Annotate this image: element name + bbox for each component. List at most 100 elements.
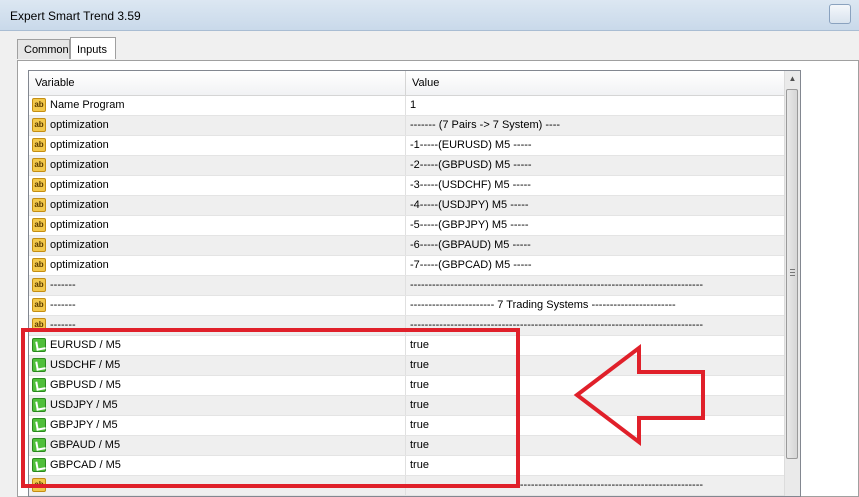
window-title: Expert Smart Trend 3.59 bbox=[10, 9, 141, 23]
variable-name: optimization bbox=[50, 259, 109, 271]
variable-name: optimization bbox=[50, 159, 109, 171]
variable-cell[interactable]: ab ------- bbox=[29, 296, 406, 315]
header-value[interactable]: Value bbox=[406, 71, 439, 95]
grip-line bbox=[790, 269, 795, 270]
text-param-icon: ab bbox=[32, 98, 46, 112]
text-param-icon: ab bbox=[32, 158, 46, 172]
bool-param-icon bbox=[32, 398, 46, 412]
variable-name: ------- bbox=[50, 319, 76, 331]
variable-cell[interactable]: ab bbox=[29, 476, 406, 495]
bool-param-icon bbox=[32, 378, 46, 392]
value-cell[interactable]: true bbox=[406, 456, 785, 475]
variable-name: Name Program bbox=[50, 99, 125, 111]
header-variable[interactable]: Variable bbox=[29, 71, 75, 95]
parameter-value: true bbox=[410, 339, 429, 351]
close-button[interactable] bbox=[829, 4, 851, 24]
tab-common[interactable]: Common bbox=[17, 39, 70, 59]
table-row[interactable]: ab--------------------------------------… bbox=[29, 316, 785, 336]
value-cell[interactable]: true bbox=[406, 396, 785, 415]
table-row[interactable]: ab optimization -2-----(GBPUSD) M5 ----- bbox=[29, 156, 785, 176]
variable-name: USDJPY / M5 bbox=[50, 399, 118, 411]
value-cell[interactable]: 1 bbox=[406, 96, 785, 115]
value-cell[interactable]: true bbox=[406, 436, 785, 455]
scroll-up-arrow-icon[interactable]: ▲ bbox=[786, 72, 799, 86]
variable-cell[interactable]: ab ------- bbox=[29, 316, 406, 335]
grid-header: Variable Value bbox=[29, 71, 786, 96]
bool-param-icon bbox=[32, 418, 46, 432]
value-cell[interactable]: true bbox=[406, 336, 785, 355]
text-param-icon: ab bbox=[32, 198, 46, 212]
variable-name: optimization bbox=[50, 139, 109, 151]
table-row[interactable]: ab optimization ------- (7 Pairs -> 7 Syst… bbox=[29, 116, 785, 136]
value-cell[interactable]: true bbox=[406, 356, 785, 375]
table-row[interactable]: USDCHF / M5 true bbox=[29, 356, 785, 376]
parameter-value: -2-----(GBPUSD) M5 ----- bbox=[410, 159, 532, 171]
value-cell[interactable]: ----------------------------------------… bbox=[406, 316, 785, 335]
value-cell[interactable]: -1-----(EURUSD) M5 ----- bbox=[406, 136, 785, 155]
bool-param-icon bbox=[32, 438, 46, 452]
value-cell[interactable]: -2-----(GBPUSD) M5 ----- bbox=[406, 156, 785, 175]
value-cell[interactable]: -6-----(GBPAUD) M5 ----- bbox=[406, 236, 785, 255]
variable-cell[interactable]: ab optimization bbox=[29, 156, 406, 175]
variable-name: USDCHF / M5 bbox=[50, 359, 121, 371]
table-row[interactable]: ab optimization -4-----(USDJPY) M5 ----- bbox=[29, 196, 785, 216]
variable-cell[interactable]: ab Name Program bbox=[29, 96, 406, 115]
variable-cell[interactable]: EURUSD / M5 bbox=[29, 336, 406, 355]
variable-cell[interactable]: ab optimization bbox=[29, 256, 406, 275]
table-row[interactable]: ab--------------------------------------… bbox=[29, 476, 785, 496]
table-row[interactable]: ab optimization -5-----(GBPJPY) M5 ----- bbox=[29, 216, 785, 236]
variable-cell[interactable]: ab optimization bbox=[29, 136, 406, 155]
variable-cell[interactable]: ab optimization bbox=[29, 196, 406, 215]
variable-cell[interactable]: GBPAUD / M5 bbox=[29, 436, 406, 455]
variable-cell[interactable]: ab ------- bbox=[29, 276, 406, 295]
variable-cell[interactable]: GBPUSD / M5 bbox=[29, 376, 406, 395]
variable-name: optimization bbox=[50, 239, 109, 251]
variable-name: optimization bbox=[50, 219, 109, 231]
value-cell[interactable]: -4-----(USDJPY) M5 ----- bbox=[406, 196, 785, 215]
variable-cell[interactable]: ab optimization bbox=[29, 176, 406, 195]
value-cell[interactable]: ----------------------------------------… bbox=[406, 476, 785, 495]
table-row[interactable]: GBPUSD / M5 true bbox=[29, 376, 785, 396]
scroll-thumb[interactable] bbox=[786, 89, 798, 459]
variable-cell[interactable]: ab optimization bbox=[29, 116, 406, 135]
grip-line bbox=[790, 275, 795, 276]
table-row[interactable]: ab optimization -7-----(GBPCAD) M5 ----- bbox=[29, 256, 785, 276]
table-row[interactable]: ab--------------------------------------… bbox=[29, 276, 785, 296]
variable-cell[interactable]: USDJPY / M5 bbox=[29, 396, 406, 415]
bool-param-icon bbox=[32, 458, 46, 472]
variable-cell[interactable]: ab optimization bbox=[29, 236, 406, 255]
value-cell[interactable]: -5-----(GBPJPY) M5 ----- bbox=[406, 216, 785, 235]
vertical-scrollbar[interactable]: ▲ bbox=[784, 71, 800, 496]
variable-name: optimization bbox=[50, 179, 109, 191]
parameter-value: -3-----(USDCHF) M5 ----- bbox=[410, 179, 531, 191]
value-cell[interactable]: true bbox=[406, 376, 785, 395]
text-param-icon: ab bbox=[32, 118, 46, 132]
table-row[interactable]: GBPAUD / M5 true bbox=[29, 436, 785, 456]
variable-cell[interactable]: USDCHF / M5 bbox=[29, 356, 406, 375]
parameter-value: -5-----(GBPJPY) M5 ----- bbox=[410, 219, 529, 231]
value-cell[interactable]: ----------------------------------------… bbox=[406, 276, 785, 295]
table-row[interactable]: EURUSD / M5 true bbox=[29, 336, 785, 356]
table-row[interactable]: USDJPY / M5 true bbox=[29, 396, 785, 416]
value-cell[interactable]: -3-----(USDCHF) M5 ----- bbox=[406, 176, 785, 195]
table-row[interactable]: ab optimization -6-----(GBPAUD) M5 ----- bbox=[29, 236, 785, 256]
parameter-value: ----------------------- 7 Trading System… bbox=[410, 299, 676, 311]
variable-cell[interactable]: ab optimization bbox=[29, 216, 406, 235]
table-row[interactable]: GBPCAD / M5 true bbox=[29, 456, 785, 476]
variable-cell[interactable]: GBPCAD / M5 bbox=[29, 456, 406, 475]
table-row[interactable]: ab optimization -3-----(USDCHF) M5 ----- bbox=[29, 176, 785, 196]
table-row[interactable]: GBPJPY / M5 true bbox=[29, 416, 785, 436]
variable-cell[interactable]: GBPJPY / M5 bbox=[29, 416, 406, 435]
value-cell[interactable]: ------- (7 Pairs -> 7 System) ---- bbox=[406, 116, 785, 135]
tab-inputs[interactable]: Inputs bbox=[70, 37, 116, 59]
value-cell[interactable]: true bbox=[406, 416, 785, 435]
value-cell[interactable]: ----------------------- 7 Trading System… bbox=[406, 296, 785, 315]
parameter-value: -7-----(GBPCAD) M5 ----- bbox=[410, 259, 532, 271]
table-row[interactable]: ab ------- ----------------------- 7 Tradi… bbox=[29, 296, 785, 316]
table-row[interactable]: ab Name Program 1 bbox=[29, 96, 785, 116]
variable-name: GBPJPY / M5 bbox=[50, 419, 118, 431]
variable-name: ------- bbox=[50, 299, 76, 311]
value-cell[interactable]: -7-----(GBPCAD) M5 ----- bbox=[406, 256, 785, 275]
table-row[interactable]: ab optimization -1-----(EURUSD) M5 ----- bbox=[29, 136, 785, 156]
parameter-value: true bbox=[410, 439, 429, 451]
